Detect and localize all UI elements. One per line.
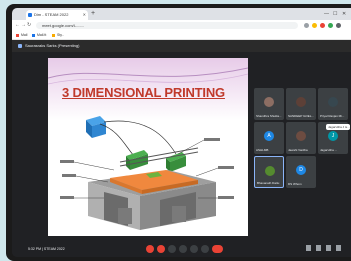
back-icon[interactable]: ← bbox=[15, 22, 20, 29]
participant-tile[interactable]: Jawahi Vardha bbox=[286, 122, 316, 154]
avatar bbox=[264, 97, 274, 107]
window-close-icon[interactable]: ✕ bbox=[342, 9, 346, 19]
browser-tab-bar: Dim - STEAM 2022 ✕ + — ☐ ✕ bbox=[12, 8, 351, 20]
avatar: J bbox=[328, 131, 338, 141]
participant-tile[interactable]: A ASHLMB bbox=[254, 122, 284, 154]
maximize-icon[interactable]: ☐ bbox=[333, 9, 337, 19]
presented-slide: 3 DIMENSIONAL PRINTING bbox=[47, 58, 249, 236]
camera-button[interactable] bbox=[157, 245, 165, 253]
bookmark-item[interactable]: Sty.. bbox=[52, 31, 64, 39]
extension-icon[interactable] bbox=[328, 23, 333, 28]
avatar bbox=[328, 97, 338, 107]
participant-tile[interactable]: Bhavanath Dattu bbox=[254, 156, 284, 188]
filament-spool-icon bbox=[86, 116, 106, 138]
reload-icon[interactable]: ↻ bbox=[27, 22, 31, 29]
bookmark-item[interactable]: Mail bbox=[16, 31, 27, 39]
avatar bbox=[296, 131, 306, 141]
extension-icon[interactable] bbox=[304, 23, 309, 28]
screen: Dim - STEAM 2022 ✕ + — ☐ ✕ ← → ↻ meet.go… bbox=[12, 8, 351, 257]
meet-favicon-icon bbox=[28, 13, 32, 17]
participant-tile[interactable]: SANDEEP GOEL... bbox=[286, 88, 316, 120]
present-button[interactable] bbox=[190, 245, 198, 253]
extension-icon[interactable] bbox=[312, 23, 317, 28]
notification-toast: Jagarvitha J is... bbox=[326, 124, 350, 130]
people-icon[interactable] bbox=[316, 245, 321, 251]
mic-button[interactable] bbox=[146, 245, 154, 253]
avatar bbox=[296, 97, 306, 107]
presenting-label: Saurasraks Sarks (Presenting) bbox=[18, 40, 79, 52]
more-options-button[interactable] bbox=[201, 245, 209, 253]
info-icon[interactable] bbox=[306, 245, 311, 251]
meet-control-bar: 5:32 PM | STEAM 2022 bbox=[12, 241, 351, 257]
bookmarks-bar: Mail Mail.tt Sty.. bbox=[12, 31, 351, 40]
slide-title: 3 DIMENSIONAL PRINTING bbox=[62, 85, 225, 100]
minimize-icon[interactable]: — bbox=[324, 9, 329, 19]
extension-icon[interactable] bbox=[320, 23, 325, 28]
end-call-button[interactable] bbox=[212, 245, 223, 253]
close-icon[interactable]: ✕ bbox=[83, 10, 86, 20]
bookmark-icon bbox=[32, 33, 35, 37]
raise-hand-button[interactable] bbox=[179, 245, 187, 253]
bookmark-item[interactable]: Mail.tt bbox=[32, 31, 46, 39]
forward-icon[interactable]: → bbox=[21, 22, 26, 29]
new-tab-icon[interactable]: + bbox=[91, 9, 95, 19]
tab-title: Dim - STEAM 2022 bbox=[34, 12, 69, 17]
present-icon bbox=[18, 43, 22, 48]
browser-tab[interactable]: Dim - STEAM 2022 ✕ bbox=[26, 10, 88, 20]
captions-button[interactable] bbox=[168, 245, 176, 253]
profile-icon[interactable] bbox=[336, 23, 341, 28]
meeting-info: 5:32 PM | STEAM 2022 bbox=[28, 247, 65, 251]
address-bar: ← → ↻ meet.google.com/l-...-... bbox=[12, 20, 351, 31]
participant-tile[interactable]: Priyal Ranjan Mi... bbox=[318, 88, 348, 120]
gmail-icon bbox=[16, 33, 19, 37]
activities-icon[interactable] bbox=[336, 245, 341, 251]
avatar: D bbox=[296, 165, 306, 175]
meet-header: Saurasraks Sarks (Presenting) bbox=[12, 40, 351, 52]
avatar bbox=[265, 166, 275, 176]
bookmark-icon bbox=[52, 33, 55, 37]
avatar: A bbox=[264, 131, 274, 141]
url-input[interactable]: meet.google.com/l-...-... bbox=[36, 22, 298, 29]
participant-tile[interactable]: D DS Whom bbox=[286, 156, 316, 188]
participant-tile[interactable]: Shandhra Shukla... bbox=[254, 88, 284, 120]
chat-icon[interactable] bbox=[326, 245, 331, 251]
